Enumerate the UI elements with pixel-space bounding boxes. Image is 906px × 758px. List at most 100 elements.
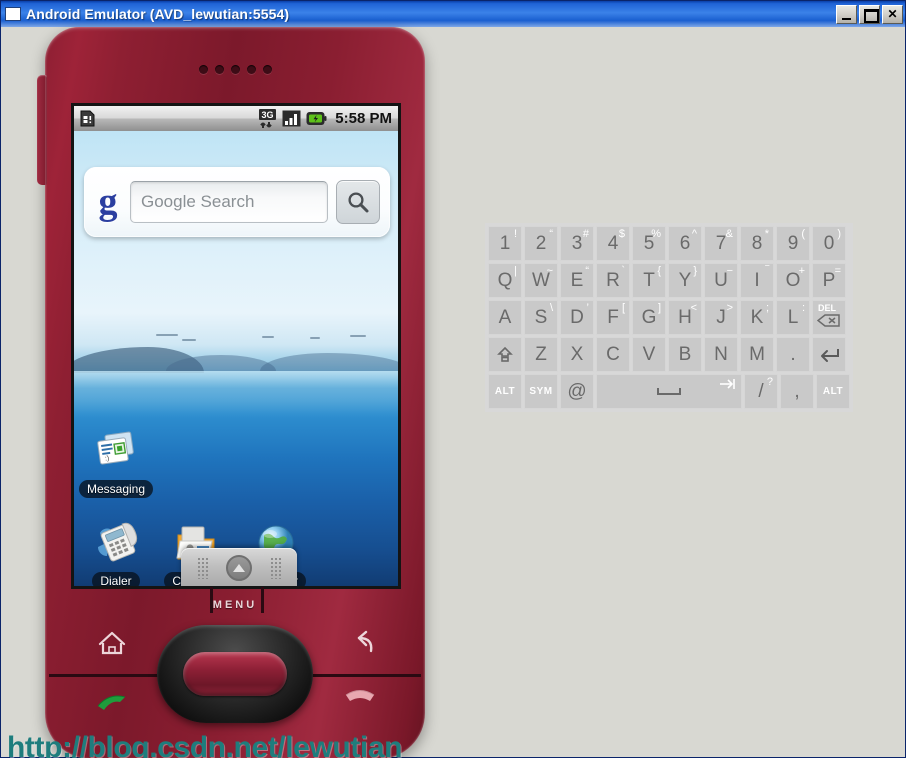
key-5[interactable]: 5% <box>632 226 666 261</box>
app-drawer-handle[interactable] <box>181 548 297 586</box>
menu-button[interactable]: MENU <box>45 599 425 611</box>
call-button[interactable] <box>89 679 135 719</box>
water-ripple <box>350 335 366 337</box>
key-label: T <box>643 269 655 291</box>
key-q[interactable]: Q | <box>488 263 522 298</box>
key-superscript: ( <box>801 228 805 240</box>
key-delete[interactable]: DEL <box>812 300 846 335</box>
back-button[interactable] <box>337 623 383 663</box>
key-label: , <box>794 380 800 402</box>
svg-text:3G: 3G <box>262 110 274 120</box>
key-2[interactable]: 2 “ <box>524 226 558 261</box>
key-comma[interactable]: , <box>780 374 814 409</box>
status-bar-clock: 5:58 PM <box>335 110 392 127</box>
key-s[interactable]: S \ <box>524 300 558 335</box>
key-label: J <box>716 306 726 328</box>
key-1[interactable]: 1! <box>488 226 522 261</box>
key-shift[interactable] <box>488 337 522 372</box>
key-6[interactable]: 6 ^ <box>668 226 702 261</box>
key-r[interactable]: R ` <box>596 263 630 298</box>
speaker-hole <box>198 64 208 74</box>
key-sym[interactable]: SYM <box>524 374 558 409</box>
speaker-hole <box>246 64 256 74</box>
key-period[interactable]: . <box>776 337 810 372</box>
key-3[interactable]: 3 # <box>560 226 594 261</box>
google-search-widget[interactable]: g Google Search <box>84 167 390 237</box>
window-client-area: 3G 5:58 PM g Google Search:) Messaging … <box>1 27 905 758</box>
key-a[interactable]: A <box>488 300 522 335</box>
key-label: K <box>750 306 764 328</box>
emulator-phone-skin: 3G 5:58 PM g Google Search:) Messaging … <box>37 27 425 758</box>
key-superscript: ~ <box>546 265 553 277</box>
app-icon-dialer[interactable]: Dialer <box>78 517 154 586</box>
app-icon-messaging[interactable]: :) Messaging <box>78 425 154 498</box>
home-button[interactable] <box>89 623 135 663</box>
end-call-button[interactable] <box>337 679 383 719</box>
key-e[interactable]: E “ <box>560 263 594 298</box>
title-bar: Android Emulator (AVD_lewutian:5554) ✕ <box>1 1 905 27</box>
key-space[interactable] <box>596 374 742 409</box>
key-label: E <box>570 269 584 291</box>
key-4[interactable]: 4 $ <box>596 226 630 261</box>
key-m[interactable]: M <box>740 337 774 372</box>
google-g-logo: g <box>98 181 118 223</box>
key-n[interactable]: N <box>704 337 738 372</box>
key-t[interactable]: T{ <box>632 263 666 298</box>
key-k[interactable]: K; <box>740 300 774 335</box>
trackball[interactable] <box>183 652 287 696</box>
key-label: / <box>758 380 764 402</box>
key-8[interactable]: 8 * <box>740 226 774 261</box>
key-7[interactable]: 7 & <box>704 226 738 261</box>
search-input[interactable]: Google Search <box>130 181 328 223</box>
key-9[interactable]: 9( <box>776 226 810 261</box>
trackball-housing <box>157 625 313 723</box>
key-v[interactable]: V <box>632 337 666 372</box>
key-superscript: ? <box>766 376 773 388</box>
key-label: C <box>606 343 620 365</box>
key-alt[interactable]: ALT <box>488 374 522 409</box>
key-x[interactable]: X <box>560 337 594 372</box>
key-0[interactable]: 0) <box>812 226 846 261</box>
water-ripple <box>182 339 196 341</box>
key-superscript: ` <box>621 265 625 277</box>
key-slash[interactable]: /? <box>744 374 778 409</box>
key-label: 4 <box>607 232 619 254</box>
key-alt[interactable]: ALT <box>816 374 850 409</box>
maximize-button[interactable] <box>859 4 880 24</box>
home-wallpaper[interactable]: g Google Search:) Messaging Dialer <box>74 131 398 586</box>
key-g[interactable]: G] <box>632 300 666 335</box>
close-button[interactable]: ✕ <box>882 4 903 24</box>
speaker-hole <box>214 64 224 74</box>
key-u[interactable]: U − <box>704 263 738 298</box>
volume-rocker-button[interactable] <box>37 75 47 185</box>
key-j[interactable]: J > <box>704 300 738 335</box>
key-superscript: : <box>801 302 805 314</box>
key-superscript: ; <box>765 302 769 314</box>
key-at[interactable]: @ <box>560 374 594 409</box>
key-w[interactable]: W ~ <box>524 263 558 298</box>
key-superscript: − <box>726 265 733 277</box>
key-l[interactable]: L: <box>776 300 810 335</box>
window-icon <box>5 7 21 21</box>
key-d[interactable]: D’ <box>560 300 594 335</box>
key-y[interactable]: Y} <box>668 263 702 298</box>
key-z[interactable]: Z <box>524 337 558 372</box>
speaker-hole <box>230 64 240 74</box>
key-c[interactable]: C <box>596 337 630 372</box>
key-f[interactable]: F[ <box>596 300 630 335</box>
key-enter[interactable] <box>812 337 846 372</box>
key-b[interactable]: B <box>668 337 702 372</box>
key-superscript: “ <box>585 265 589 277</box>
key-i[interactable]: I ‾ <box>740 263 774 298</box>
search-button[interactable] <box>336 180 380 224</box>
device-screen[interactable]: 3G 5:58 PM g Google Search:) Messaging … <box>71 103 401 589</box>
key-superscript: ) <box>837 228 841 240</box>
key-h[interactable]: H < <box>668 300 702 335</box>
emulator-keyboard[interactable]: 1! 2 “3 #4 $5% 6 ^ 7 & 8 * 9(0) Q | W ~ E “R ` T{Y} U − I ‾ O + P =… <box>485 223 853 412</box>
key-p[interactable]: P = <box>812 263 846 298</box>
minimize-button[interactable] <box>836 4 857 24</box>
drawer-up-arrow-icon[interactable] <box>226 555 252 581</box>
status-bar-left <box>80 110 258 127</box>
key-o[interactable]: O + <box>776 263 810 298</box>
key-superscript: # <box>582 228 589 240</box>
